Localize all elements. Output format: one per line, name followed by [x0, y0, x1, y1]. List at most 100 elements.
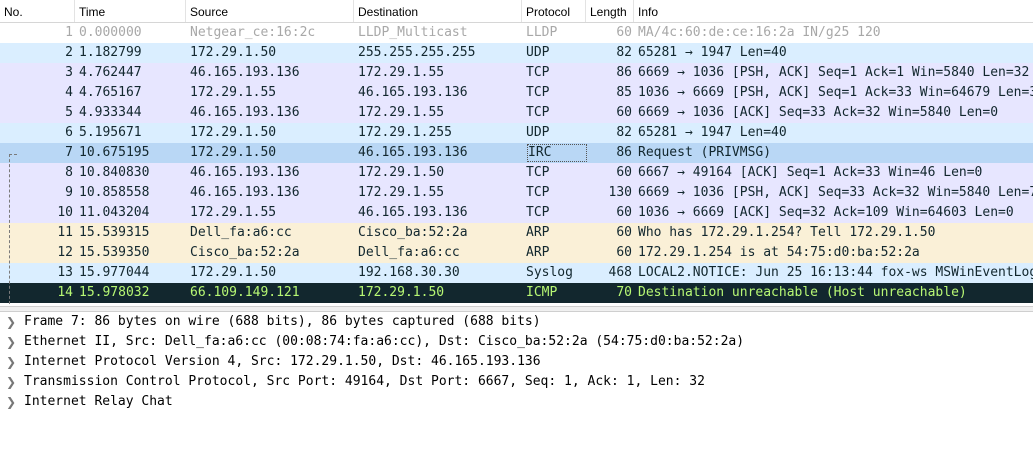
packet-rows: 1 0.000000 Netgear_ce:16:2c LLDP_Multicast L…: [0, 23, 1033, 303]
packet-cell-proto: TCP: [526, 185, 550, 200]
packet-cell-src: 46.165.193.136: [190, 65, 300, 80]
packet-row[interactable]: 7 10.675195 172.29.1.50 46.165.193.136 IRC 86…: [0, 143, 1033, 163]
packet-cell-info: 6669 → 1036 [PSH, ACK] Seq=33 Ack=32 Win…: [638, 185, 1033, 200]
packet-cell-info: 1036 → 6669 [PSH, ACK] Seq=1 Ack=33 Win=…: [638, 85, 1033, 100]
chevron-right-icon[interactable]: ❯: [6, 392, 16, 412]
packet-cell-dst: 172.29.1.255: [358, 125, 452, 140]
packet-cell-len: 82: [616, 45, 632, 60]
packet-row[interactable]: 11 15.539315 Dell_fa:a6:cc Cisco_ba:52:2a AR…: [0, 223, 1033, 243]
packet-cell-dst: 46.165.193.136: [358, 85, 468, 100]
packet-cell-len: 85: [616, 85, 632, 100]
packet-cell-dst: 255.255.255.255: [358, 45, 476, 60]
packet-row[interactable]: 6 5.195671 172.29.1.50 172.29.1.255 UDP 82 652…: [0, 123, 1033, 143]
packet-row[interactable]: 4 4.765167 172.29.1.55 46.165.193.136 TCP 85 1…: [0, 83, 1033, 103]
packet-cell-src: 172.29.1.50: [190, 265, 277, 280]
packet-cell-time: 10.858558: [79, 185, 150, 200]
packet-cell-time: 4.933344: [79, 105, 142, 120]
conversation-bracket: [9, 154, 17, 304]
packet-cell-len: 60: [616, 165, 632, 180]
packet-cell-info: 65281 → 1947 Len=40: [638, 45, 787, 60]
packet-cell-time: 10.675195: [79, 145, 150, 160]
packet-cell-proto: TCP: [526, 165, 550, 180]
packet-cell-proto: UDP: [526, 125, 550, 140]
column-header-no[interactable]: No.: [0, 0, 75, 22]
chevron-right-icon[interactable]: ❯: [6, 332, 16, 352]
chevron-right-icon[interactable]: ❯: [6, 312, 16, 332]
packet-row[interactable]: 12 15.539350 Cisco_ba:52:2a Dell_fa:a6:cc AR…: [0, 243, 1033, 263]
packet-cell-src: 172.29.1.50: [190, 125, 277, 140]
packet-row[interactable]: 5 4.933344 46.165.193.136 172.29.1.55 TCP 60 6…: [0, 103, 1033, 123]
packet-cell-src: 66.109.149.121: [190, 285, 300, 300]
packet-row[interactable]: 2 1.182799 172.29.1.50 255.255.255.255 UDP 82…: [0, 43, 1033, 63]
packet-cell-len: 60: [616, 105, 632, 120]
packet-cell-time: 5.195671: [79, 125, 142, 140]
packet-details-pane[interactable]: ❯ Frame 7: 86 bytes on wire (688 bits), …: [0, 312, 1033, 467]
detail-text: Internet Protocol Version 4, Src: 172.29…: [24, 354, 541, 369]
packet-cell-proto: LLDP: [526, 25, 558, 40]
packet-cell-proto: TCP: [526, 85, 550, 100]
chevron-right-icon[interactable]: ❯: [6, 372, 16, 392]
packet-cell-no: 1: [65, 25, 73, 40]
detail-row-tcp[interactable]: ❯ Transmission Control Protocol, Src Por…: [0, 372, 1033, 392]
detail-row-ipv4[interactable]: ❯ Internet Protocol Version 4, Src: 172.…: [0, 352, 1033, 372]
packet-row[interactable]: 3 4.762447 46.165.193.136 172.29.1.55 TCP 86 6…: [0, 63, 1033, 83]
packet-row[interactable]: 10 11.043204 172.29.1.55 46.165.193.136 TCP 6…: [0, 203, 1033, 223]
packet-cell-proto: TCP: [526, 105, 550, 120]
detail-row-ethernet[interactable]: ❯ Ethernet II, Src: Dell_fa:a6:cc (00:08…: [0, 332, 1033, 352]
packet-cell-time: 15.539315: [79, 225, 150, 240]
chevron-right-icon[interactable]: ❯: [6, 352, 16, 372]
packet-cell-src: 46.165.193.136: [190, 185, 300, 200]
packet-cell-src: Cisco_ba:52:2a: [190, 245, 300, 260]
packet-cell-no: 3: [65, 65, 73, 80]
packet-cell-src: 172.29.1.50: [190, 45, 277, 60]
packet-cell-info: Who has 172.29.1.254? Tell 172.29.1.50: [638, 225, 936, 240]
packet-row[interactable]: 1 0.000000 Netgear_ce:16:2c LLDP_Multicast L…: [0, 23, 1033, 43]
packet-cell-len: 82: [616, 125, 632, 140]
detail-row-irc[interactable]: ❯ Internet Relay Chat: [0, 392, 1033, 412]
packet-list-pane[interactable]: No. Time Source Destination Protocol Len…: [0, 0, 1033, 306]
packet-cell-src: 172.29.1.55: [190, 205, 277, 220]
packet-cell-proto: ARP: [526, 225, 550, 240]
packet-row[interactable]: 8 10.840830 46.165.193.136 172.29.1.50 TCP 60…: [0, 163, 1033, 183]
column-header-length[interactable]: Length: [586, 0, 634, 22]
packet-cell-info: 6669 → 1036 [ACK] Seq=33 Ack=32 Win=5840…: [638, 105, 999, 120]
column-header-time[interactable]: Time: [75, 0, 186, 22]
packet-cell-proto: Syslog: [526, 265, 573, 280]
packet-cell-proto: TCP: [526, 65, 550, 80]
packet-cell-dst: 172.29.1.55: [358, 185, 445, 200]
packet-cell-info: MA/4c:60:de:ce:16:2a IN/g25 120: [638, 25, 881, 40]
packet-cell-info: 6667 → 49164 [ACK] Seq=1 Ack=33 Win=46 L…: [638, 165, 983, 180]
packet-cell-src: 46.165.193.136: [190, 165, 300, 180]
packet-cell-len: 86: [616, 65, 632, 80]
detail-text: Internet Relay Chat: [24, 394, 173, 409]
column-header-source[interactable]: Source: [186, 0, 354, 22]
packet-cell-len: 60: [616, 25, 632, 40]
packet-cell-len: 468: [608, 265, 632, 280]
column-header-destination[interactable]: Destination: [354, 0, 522, 22]
packet-cell-no: 2: [65, 45, 73, 60]
packet-cell-src: Netgear_ce:16:2c: [190, 25, 316, 40]
packet-cell-dst: LLDP_Multicast: [358, 25, 468, 40]
packet-cell-proto: UDP: [526, 45, 550, 60]
packet-cell-len: 60: [616, 205, 632, 220]
packet-cell-dst: Cisco_ba:52:2a: [358, 225, 468, 240]
packet-cell-dst: 172.29.1.50: [358, 165, 445, 180]
packet-cell-no: 6: [65, 125, 73, 140]
packet-row[interactable]: 9 10.858558 46.165.193.136 172.29.1.55 TCP 13…: [0, 183, 1033, 203]
packet-cell-dst: 192.168.30.30: [358, 265, 460, 280]
detail-text: Ethernet II, Src: Dell_fa:a6:cc (00:08:7…: [24, 334, 745, 349]
packet-cell-src: 172.29.1.55: [190, 85, 277, 100]
packet-cell-time: 15.977044: [79, 265, 150, 280]
packet-cell-len: 130: [608, 185, 632, 200]
packet-cell-proto: ICMP: [526, 285, 558, 300]
column-header-info[interactable]: Info: [634, 0, 1033, 22]
column-header-protocol[interactable]: Protocol: [522, 0, 586, 22]
packet-cell-dst: 172.29.1.50: [358, 285, 445, 300]
detail-row-frame[interactable]: ❯ Frame 7: 86 bytes on wire (688 bits), …: [0, 312, 1033, 332]
packet-row[interactable]: 13 15.977044 172.29.1.50 192.168.30.30 Syslo…: [0, 263, 1033, 283]
packet-cell-dst: 172.29.1.55: [358, 65, 445, 80]
packet-cell-time: 11.043204: [79, 205, 150, 220]
packet-cell-info: Request (PRIVMSG): [638, 145, 772, 160]
packet-row[interactable]: 14 15.978032 66.109.149.121 172.29.1.50 ICMP…: [0, 283, 1033, 303]
packet-cell-info: LOCAL2.NOTICE: Jun 25 16:13:44 fox-ws MS…: [638, 265, 1033, 280]
